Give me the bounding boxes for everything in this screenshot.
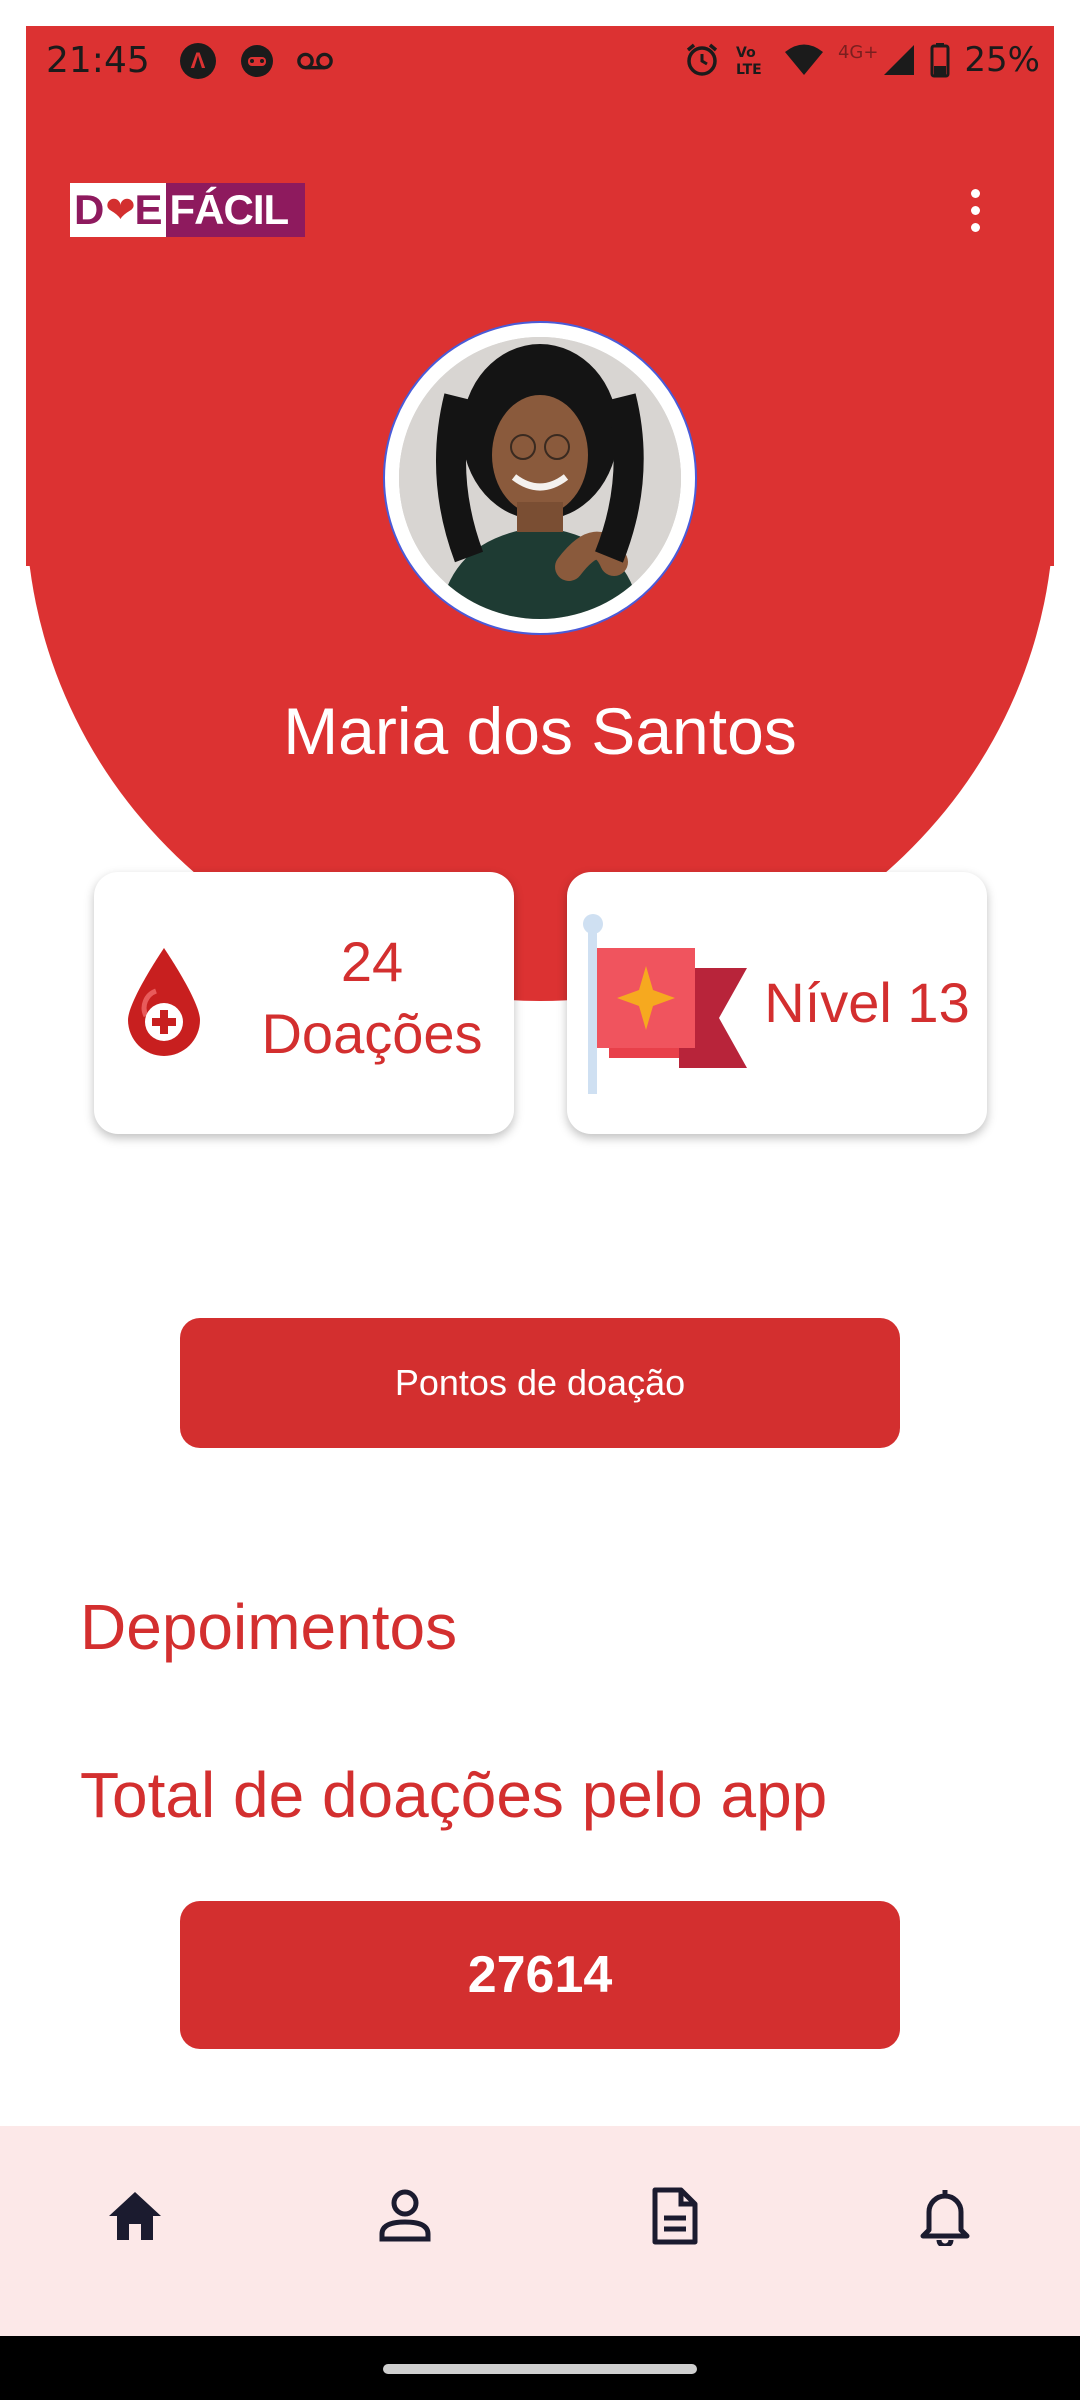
app-logo: D ❤ E FÁCIL <box>70 183 305 237</box>
arc-app-icon: Λ <box>179 42 217 80</box>
game-controller-icon <box>238 42 276 80</box>
level-label: Nível 13 <box>764 971 970 1034</box>
donations-label: Doações <box>261 1002 483 1065</box>
user-name: Maria dos Santos <box>283 694 797 768</box>
screen-margin-top <box>0 0 1080 26</box>
battery-icon <box>930 43 950 78</box>
avatar-photo <box>399 337 681 619</box>
heart-icon: ❤ <box>105 183 136 237</box>
logo-letter-d: D <box>70 183 106 237</box>
bell-icon[interactable] <box>905 2176 985 2256</box>
voicemail-icon <box>296 42 334 80</box>
profile-icon[interactable] <box>365 2176 445 2256</box>
home-gesture-pill[interactable] <box>383 2364 697 2374</box>
total-donations-value: 27614 <box>180 1901 900 2049</box>
testimonials-title[interactable]: Depoimentos <box>80 1590 457 1664</box>
blood-drop-icon <box>128 948 200 1056</box>
status-time: 21:45 <box>46 40 150 81</box>
donations-count: 24 <box>340 930 404 993</box>
level-card[interactable]: Nível 13 <box>567 872 987 1134</box>
logo-letter-e: E <box>134 183 166 237</box>
status-bar: 21:45 Λ Vo LTE 4G+ 25% <box>26 26 1054 96</box>
svg-text:LTE: LTE <box>736 62 762 78</box>
flag-icon <box>583 914 747 1094</box>
donations-card[interactable]: 24 Doações <box>94 872 514 1134</box>
status-icons: Vo LTE 4G+ 25% <box>684 40 1040 80</box>
avatar[interactable] <box>383 321 697 635</box>
volte-icon: VoLTE <box>736 45 762 78</box>
svg-text:Vo: Vo <box>736 45 756 61</box>
donation-points-button[interactable]: Pontos de doação <box>180 1318 900 1448</box>
wifi-icon <box>784 44 823 75</box>
screen-margin-left <box>0 0 26 2400</box>
screen-margin-right <box>1054 0 1080 2400</box>
network-type: 4G+ <box>837 41 879 63</box>
document-icon[interactable] <box>635 2176 715 2256</box>
home-icon[interactable] <box>95 2176 175 2256</box>
more-vertical-icon[interactable] <box>955 180 995 240</box>
alarm-icon <box>686 43 718 76</box>
bottom-navigation <box>0 2126 1080 2336</box>
total-donations-title: Total de doações pelo app <box>80 1759 828 1831</box>
battery-percent: 25% <box>964 40 1040 80</box>
signal-icon <box>884 45 915 75</box>
logo-text-facil: FÁCIL <box>169 186 290 233</box>
